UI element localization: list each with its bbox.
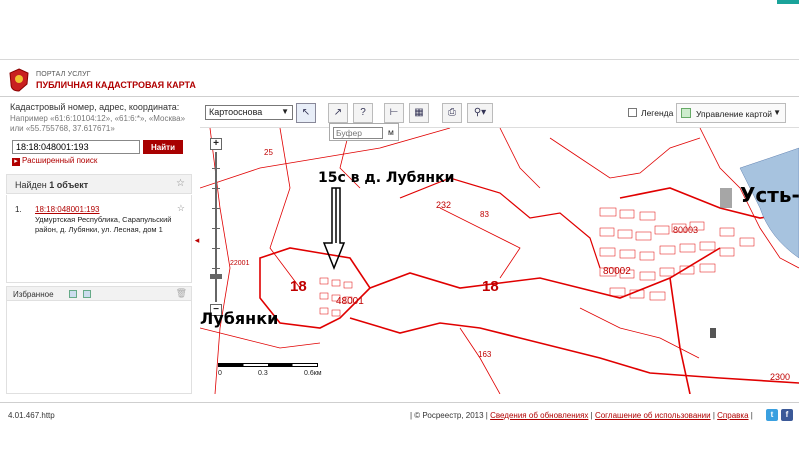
version-label: 4.01.467.http: [8, 411, 55, 420]
quarter-label: 18: [290, 278, 307, 295]
pointer-tool-button[interactable]: ↖: [296, 103, 316, 123]
zoom-tick: [212, 208, 220, 209]
map-control-label: Управление картой: [696, 109, 773, 119]
basemap-select[interactable]: Картооснова ▼: [205, 105, 293, 120]
quarter-label: 18: [482, 278, 499, 295]
facebook-icon[interactable]: f: [781, 409, 793, 421]
scale-bar: 0 0.3 0.6км: [218, 360, 328, 380]
copyright: | © Росреестр, 2013 |: [410, 411, 488, 420]
parcel-label: 48001: [336, 296, 364, 307]
basemap-select-label: Картооснова: [209, 107, 263, 117]
teal-accent: [777, 0, 799, 4]
scale-label: 0.6км: [304, 370, 322, 377]
footer-links: | © Росреестр, 2013 | Сведения об обновл…: [410, 411, 753, 420]
twitter-icon[interactable]: t: [766, 409, 778, 421]
star-icon[interactable]: ☆: [176, 178, 185, 189]
updates-link[interactable]: Сведения об обновлениях: [490, 411, 588, 420]
link-button[interactable]: ⚲▾: [467, 103, 493, 123]
area-tool-button[interactable]: ▦: [409, 103, 429, 123]
map-canvas[interactable]: + − 0 0.3 0.6км 15с в д. Лубянки Лубянки…: [200, 128, 799, 394]
parcel-label: 22001: [230, 260, 250, 267]
print-button[interactable]: ⎙: [442, 103, 462, 123]
help-link[interactable]: Справка: [717, 411, 748, 420]
zoom-track[interactable]: [215, 152, 217, 302]
measure-tool-button[interactable]: ↗: [328, 103, 348, 123]
parcel-label: 83: [480, 210, 489, 219]
top-blank-area: [0, 0, 799, 60]
portal-label: ПОРТАЛ УСЛУГ: [36, 71, 91, 78]
zoom-control: + −: [210, 138, 222, 318]
parcel-label: 25: [264, 148, 273, 157]
advanced-search-label: Расширенный поиск: [22, 156, 98, 165]
buffer-input[interactable]: [333, 127, 383, 139]
scale-ruler: [218, 363, 318, 367]
footer: 4.01.467.http | © Росреестр, 2013 | Свед…: [0, 402, 799, 432]
parcel-label: 232: [436, 200, 452, 210]
advanced-search-link[interactable]: ▸ Расширенный поиск: [12, 156, 97, 166]
chevron-down-icon: ▼: [773, 108, 781, 117]
village-label: Лубянки: [200, 309, 279, 328]
favorites-list: [6, 301, 192, 394]
zoom-tick: [212, 188, 220, 189]
map-control-dropdown[interactable]: Управление картой ▼: [676, 103, 786, 123]
parcel-label: 80003: [673, 225, 699, 235]
chevron-down-icon: ▼: [281, 107, 289, 116]
page-title[interactable]: ПУБЛИЧНАЯ КАДАСТРОВАЯ КАРТА: [36, 80, 196, 90]
parcel-label: 163: [478, 350, 492, 359]
found-prefix: Найден: [15, 180, 47, 190]
legend-checkbox[interactable]: [628, 108, 637, 117]
results-count: Найден 1 объект: [15, 180, 88, 190]
found-count: 1 объект: [49, 180, 89, 190]
zoom-handle[interactable]: [210, 274, 222, 279]
import-icon[interactable]: [69, 290, 77, 298]
result-cadastral-link[interactable]: 18:18:048001:193: [35, 205, 100, 214]
emblem-icon[interactable]: [8, 68, 30, 92]
results-header: Найден 1 объект ☆: [6, 174, 192, 194]
search-input[interactable]: [12, 140, 140, 154]
cadastral-map: [200, 128, 799, 394]
parcel-label: 80002: [603, 266, 631, 277]
ruler-tool-button[interactable]: ⊢: [384, 103, 404, 123]
expand-icon: ▸: [12, 158, 20, 166]
scale-label: 0.3: [258, 370, 268, 377]
result-address: Удмуртская Республика, Сарапульский райо…: [35, 215, 172, 234]
site-header: ПОРТАЛ УСЛУГ ПУБЛИЧНАЯ КАДАСТРОВАЯ КАРТА: [0, 62, 799, 97]
terms-link[interactable]: Соглашение об использовании: [595, 411, 711, 420]
result-number: 1.: [15, 205, 22, 214]
search-hint: Кадастровый номер, адрес, координата:: [10, 102, 180, 112]
zoom-tick: [212, 248, 220, 249]
zoom-tick: [212, 268, 220, 269]
layers-icon: [681, 108, 691, 118]
scale-label: 0: [218, 370, 222, 377]
favorites-title: Избранное: [13, 290, 54, 299]
map-toolbar: Картооснова ▼ ↖ ↗ ? ⊢ ▦ ⎙ ⚲▾ Легенда Упра…: [200, 98, 799, 128]
result-item[interactable]: 1. 18:18:048001:193 ☆ Удмуртская Республ…: [6, 195, 192, 283]
parcel-label: 2300: [770, 372, 791, 382]
town-label: Усть-: [740, 183, 799, 207]
map-annotation: 15с в д. Лубянки: [318, 170, 455, 186]
identify-tool-button[interactable]: ?: [353, 103, 373, 123]
search-example: Например «61:6:10104:12», «61:6:*», «Мос…: [10, 114, 186, 133]
zoom-in-button[interactable]: +: [210, 138, 222, 150]
star-icon[interactable]: ☆: [177, 203, 185, 214]
buffer-popup: м: [329, 123, 399, 141]
zoom-tick: [212, 228, 220, 229]
buffer-unit: м: [388, 127, 394, 137]
trash-icon[interactable]: 🗑: [176, 288, 187, 299]
legend-label: Легенда: [641, 108, 674, 118]
zoom-tick: [212, 168, 220, 169]
export-icon[interactable]: [83, 290, 91, 298]
favorites-header: Избранное 🗑: [6, 286, 192, 301]
left-panel: Кадастровый номер, адрес, координата: На…: [0, 98, 194, 394]
find-button[interactable]: Найти: [143, 140, 183, 154]
